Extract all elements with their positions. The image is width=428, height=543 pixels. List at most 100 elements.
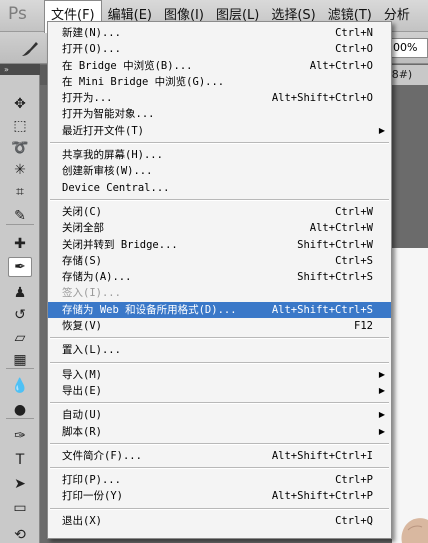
menu-separator — [48, 359, 391, 367]
toolbox-separator — [6, 418, 34, 419]
menu-item-label: 最近打开文件(T) — [62, 124, 144, 137]
file-menu-item[interactable]: 共享我的屏幕(H)... — [48, 147, 391, 163]
menu-item-label: 打开为... — [62, 92, 113, 105]
document-canvas[interactable] — [392, 248, 428, 543]
file-menu-item[interactable]: 打印(P)... Ctrl+P — [48, 472, 391, 488]
menu-item-label: 打开为智能对象... — [62, 108, 155, 121]
menu-item-shortcut: Alt+Shift+Ctrl+P — [271, 490, 373, 503]
file-menu-item[interactable]: 文件简介(F)... Alt+Shift+Ctrl+I — [48, 448, 391, 464]
menu-item-shortcut: Shift+Ctrl+W — [297, 238, 373, 251]
menu-item-label: 在 Bridge 中浏览(B)... — [62, 59, 193, 72]
menu-separator — [48, 464, 391, 472]
menu-item-shortcut: F12 — [354, 320, 373, 333]
file-menu-item[interactable]: 在 Mini Bridge 中浏览(G)... — [48, 74, 391, 90]
magic-wand-tool-icon[interactable]: ✳ — [8, 160, 32, 180]
toolbox-separator — [6, 368, 34, 369]
submenu-arrow-icon: ▶ — [378, 410, 385, 420]
file-menu-item[interactable]: 存储为(A)... Shift+Ctrl+S — [48, 269, 391, 285]
file-menu-item[interactable]: 关闭(C) Ctrl+W — [48, 204, 391, 220]
file-menu-item[interactable]: 退出(X) Ctrl+Q — [48, 513, 391, 529]
move-tool-icon[interactable]: ✥ — [8, 94, 32, 114]
menu-item-label: 关闭并转到 Bridge... — [62, 238, 178, 251]
zoom-field[interactable]: 00% — [389, 38, 428, 58]
file-menu-dropdown: 新建(N)... Ctrl+N 打开(O)... Ctrl+O 在 Bridge 中浏览… — [47, 21, 392, 539]
menu-item-label: 打开(O)... — [62, 43, 121, 56]
menu-item-shortcut: Alt+Shift+Ctrl+S — [271, 303, 373, 316]
menu-item-shortcut: Ctrl+W — [335, 205, 373, 218]
menu-item-label: 关闭全部 — [62, 222, 104, 235]
menu-item-label: 在 Mini Bridge 中浏览(G)... — [62, 75, 225, 88]
menu-item-label: 导入(M) — [62, 368, 102, 381]
file-menu-item[interactable]: Device Central... — [48, 180, 391, 196]
tool-preset-brush-icon[interactable] — [18, 38, 42, 60]
file-menu-item: 签入(I)... — [48, 285, 391, 301]
menu-item-shortcut: Ctrl+P — [335, 474, 373, 487]
menu-separator — [48, 399, 391, 407]
toolbox-separator — [6, 224, 34, 225]
dodge-tool-icon[interactable]: ● — [8, 400, 32, 420]
menu-item-label: 文件简介(F)... — [62, 449, 142, 462]
canvas-image-hand — [401, 518, 428, 543]
file-menu-item[interactable]: 创建新审核(W)... — [48, 163, 391, 179]
menu-item-label: 签入(I)... — [62, 287, 121, 300]
menu-separator — [48, 334, 391, 342]
menu-item-shortcut: Alt+Shift+Ctrl+O — [271, 92, 373, 105]
path-selection-tool-icon[interactable]: ➤ — [8, 474, 32, 494]
eraser-tool-icon[interactable]: ▱ — [8, 328, 32, 348]
file-menu-item[interactable]: 导入(M) ▶ — [48, 367, 391, 383]
menu-item-label: 置入(L)... — [62, 344, 121, 357]
file-menu-item[interactable]: 导出(E) ▶ — [48, 383, 391, 399]
file-menu-item[interactable]: 置入(L)... — [48, 342, 391, 358]
menu-item-label: 存储为 Web 和设备所用格式(D)... — [62, 303, 237, 316]
menu-item-label: 打印一份(Y) — [62, 490, 123, 503]
menu-item-label: 导出(E) — [62, 384, 102, 397]
file-menu-item[interactable]: 在 Bridge 中浏览(B)... Alt+Ctrl+O — [48, 58, 391, 74]
menu-item-shortcut: Alt+Shift+Ctrl+I — [271, 449, 373, 462]
photoshop-logo: Ps — [8, 4, 27, 24]
history-brush-tool-icon[interactable]: ↺ — [8, 305, 32, 325]
file-menu-item[interactable]: 自动(U) ▶ — [48, 407, 391, 423]
file-menu-item[interactable]: 打开为... Alt+Shift+Ctrl+O — [48, 90, 391, 106]
file-menu-item[interactable]: 脚本(R) ▶ — [48, 424, 391, 440]
file-menu-item[interactable]: 新建(N)... Ctrl+N — [48, 25, 391, 41]
menu-item-shortcut: Alt+Ctrl+O — [309, 59, 373, 72]
brush-tool-icon[interactable]: ✒ — [8, 257, 32, 277]
shape-tool-icon[interactable]: ▭ — [8, 498, 32, 518]
menu-item-label: 脚本(R) — [62, 425, 102, 438]
gradient-tool-icon[interactable]: ▦ — [8, 350, 32, 370]
eyedropper-tool-icon[interactable]: ✎ — [8, 206, 32, 226]
healing-brush-tool-icon[interactable]: ✚ — [8, 234, 32, 254]
file-menu-item[interactable]: 关闭并转到 Bridge... Shift+Ctrl+W — [48, 237, 391, 253]
menu-item-label: 自动(U) — [62, 409, 102, 422]
clone-stamp-tool-icon[interactable]: ♟ — [8, 283, 32, 303]
menu-item-label: 创建新审核(W)... — [62, 165, 153, 178]
menu-item-shortcut: Ctrl+Q — [335, 514, 373, 527]
toolbox-collapse-handle[interactable]: » — [0, 64, 40, 75]
menu-item-label: 存储为(A)... — [62, 271, 132, 284]
type-tool-icon[interactable]: T — [8, 450, 32, 470]
file-menu-item[interactable]: 打印一份(Y) Alt+Shift+Ctrl+P — [48, 488, 391, 504]
menu-item-label: Device Central... — [62, 181, 170, 194]
3d-rotate-tool-icon[interactable]: ⟲ — [8, 525, 32, 543]
pen-tool-icon[interactable]: ✑ — [8, 426, 32, 446]
menu-separator — [48, 139, 391, 147]
menu-item-label: 退出(X) — [62, 514, 102, 527]
menu-item-shortcut: Alt+Ctrl+W — [309, 222, 373, 235]
file-menu-item[interactable]: 存储(S) Ctrl+S — [48, 253, 391, 269]
menu-separator — [48, 505, 391, 513]
file-menu-item[interactable]: 最近打开文件(T) ▶ — [48, 123, 391, 139]
menu-item-shortcut: Ctrl+O — [335, 43, 373, 56]
lasso-tool-icon[interactable]: ➰ — [8, 138, 32, 158]
marquee-tool-icon[interactable]: ⬚ — [8, 116, 32, 136]
crop-tool-icon[interactable]: ⌗ — [8, 182, 32, 202]
menu-item-shortcut: Shift+Ctrl+S — [297, 271, 373, 284]
menu-item-label: 关闭(C) — [62, 205, 102, 218]
blur-tool-icon[interactable]: 💧 — [8, 376, 32, 396]
menu-item-label: 新建(N)... — [62, 27, 121, 39]
file-menu-item[interactable]: 恢复(V) F12 — [48, 318, 391, 334]
file-menu-item[interactable]: 存储为 Web 和设备所用格式(D)... Alt+Shift+Ctrl+S — [48, 301, 391, 319]
file-menu-item[interactable]: 打开为智能对象... — [48, 106, 391, 122]
menu-separator — [48, 196, 391, 204]
file-menu-item[interactable]: 关闭全部 Alt+Ctrl+W — [48, 220, 391, 236]
file-menu-item[interactable]: 打开(O)... Ctrl+O — [48, 41, 391, 57]
